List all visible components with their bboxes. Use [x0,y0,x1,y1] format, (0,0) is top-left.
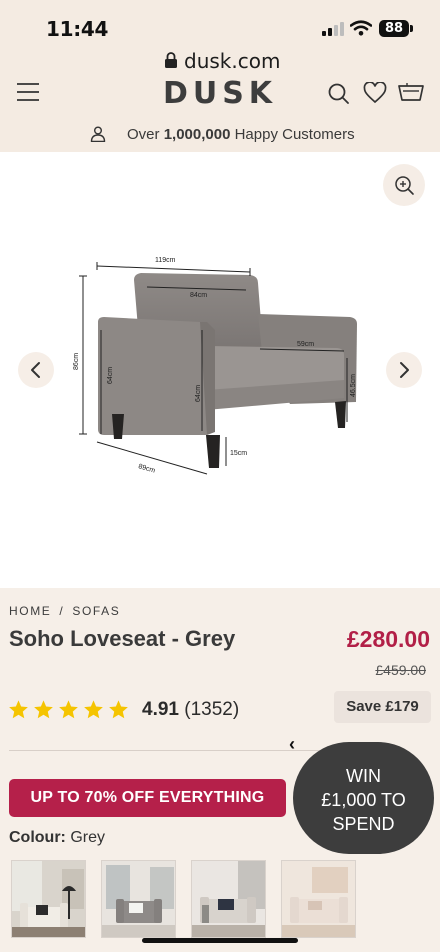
rating-summary[interactable]: 4.91 (1352) [142,699,239,721]
status-time: 11:44 [46,17,109,41]
breadcrumb: HOME / SOFAS [9,604,120,618]
customers-prefix: Over [127,126,164,143]
zoom-in-icon [395,176,414,195]
basket-icon[interactable] [398,82,424,104]
colour-selector-label: Colour: Grey [9,829,105,847]
sofa-leg [206,435,220,468]
win-line-1: WIN [346,766,381,786]
dimension-back-width: 84cm [190,292,207,299]
battery-cap [410,25,413,32]
url-text[interactable]: dusk.com [184,49,280,73]
search-icon[interactable] [327,82,351,104]
was-price: £459.00 [375,662,426,678]
customers-suffix: Happy Customers [230,126,355,143]
sofa-leg [335,401,346,428]
thumbnail-image[interactable] [281,860,356,938]
thumbnail-strip [11,860,356,938]
colour-label: Colour: [9,829,66,846]
colour-value: Grey [65,829,105,846]
wifi-icon [350,20,372,36]
dimension-arm-height-front: 64cm [195,385,202,402]
star-icon [9,700,28,719]
lock-icon [165,52,177,68]
rating-stars[interactable] [8,699,129,723]
product-page: 11:44 88 dusk.com DUSK Over 1,000,000 Ha… [0,0,440,952]
star-icon [59,700,78,719]
dimension-depth: 89cm [137,463,156,474]
star-icon [84,700,103,719]
rating-value: 4.91 [142,699,179,720]
star-icon [109,700,128,719]
battery-indicator: 88 [379,20,409,37]
thumbnail-image[interactable] [191,860,266,938]
win-line-3: SPEND [332,814,395,834]
customers-count: 1,000,000 [163,126,231,143]
sofa-leg [112,414,124,439]
promo-banner-button[interactable]: UP TO 70% OFF EVERYTHING [9,779,286,817]
product-image-gallery[interactable]: 119cm 84cm 59cm 86cm 64cm 64cm 46.5cm 89… [0,152,440,588]
chevron-left-icon[interactable]: ‹ [289,734,295,755]
dimension-seat-depth: 59cm [297,341,314,348]
review-count: (1352) [184,699,240,720]
save-badge: Save £179 [334,691,431,723]
signal-icon [322,22,344,36]
zoom-button[interactable] [383,164,425,206]
dimension-seat-height: 46.5cm [350,374,357,397]
product-title: Soho Loveseat - Grey [9,626,236,651]
breadcrumb-separator: / [59,604,65,618]
gallery-prev-button[interactable] [18,352,54,388]
dimension-width: 119cm [155,257,176,264]
dimension-leg-height: 15cm [230,450,247,457]
gallery-next-button[interactable] [386,352,422,388]
product-price: £280.00 [346,626,430,652]
browser-url-bar[interactable]: dusk.com [0,44,440,78]
thumbnail-image[interactable] [11,860,86,938]
status-bar: 11:44 88 [0,0,440,50]
thumbnail-image[interactable] [101,860,176,938]
customers-text: Over 1,000,000 Happy Customers [127,126,355,143]
dimension-arm-height-left: 64cm [107,367,114,384]
heart-icon[interactable] [363,82,387,104]
site-header: DUSK [0,76,440,114]
dimension-height: 86cm [73,353,80,370]
product-dimension-image: 119cm 84cm 59cm 86cm 64cm 64cm 46.5cm 89… [73,257,357,475]
person-icon [90,126,106,142]
breadcrumb-home[interactable]: HOME [9,604,51,618]
win-popup-badge[interactable]: WIN £1,000 TO SPEND [293,742,434,854]
win-line-2: £1,000 TO [321,790,406,810]
chevron-right-icon [400,362,409,378]
chevron-left-icon [31,362,40,378]
star-icon [34,700,53,719]
social-proof-banner: Over 1,000,000 Happy Customers [0,114,440,152]
breadcrumb-category[interactable]: SOFAS [72,604,120,618]
home-indicator [142,938,298,943]
